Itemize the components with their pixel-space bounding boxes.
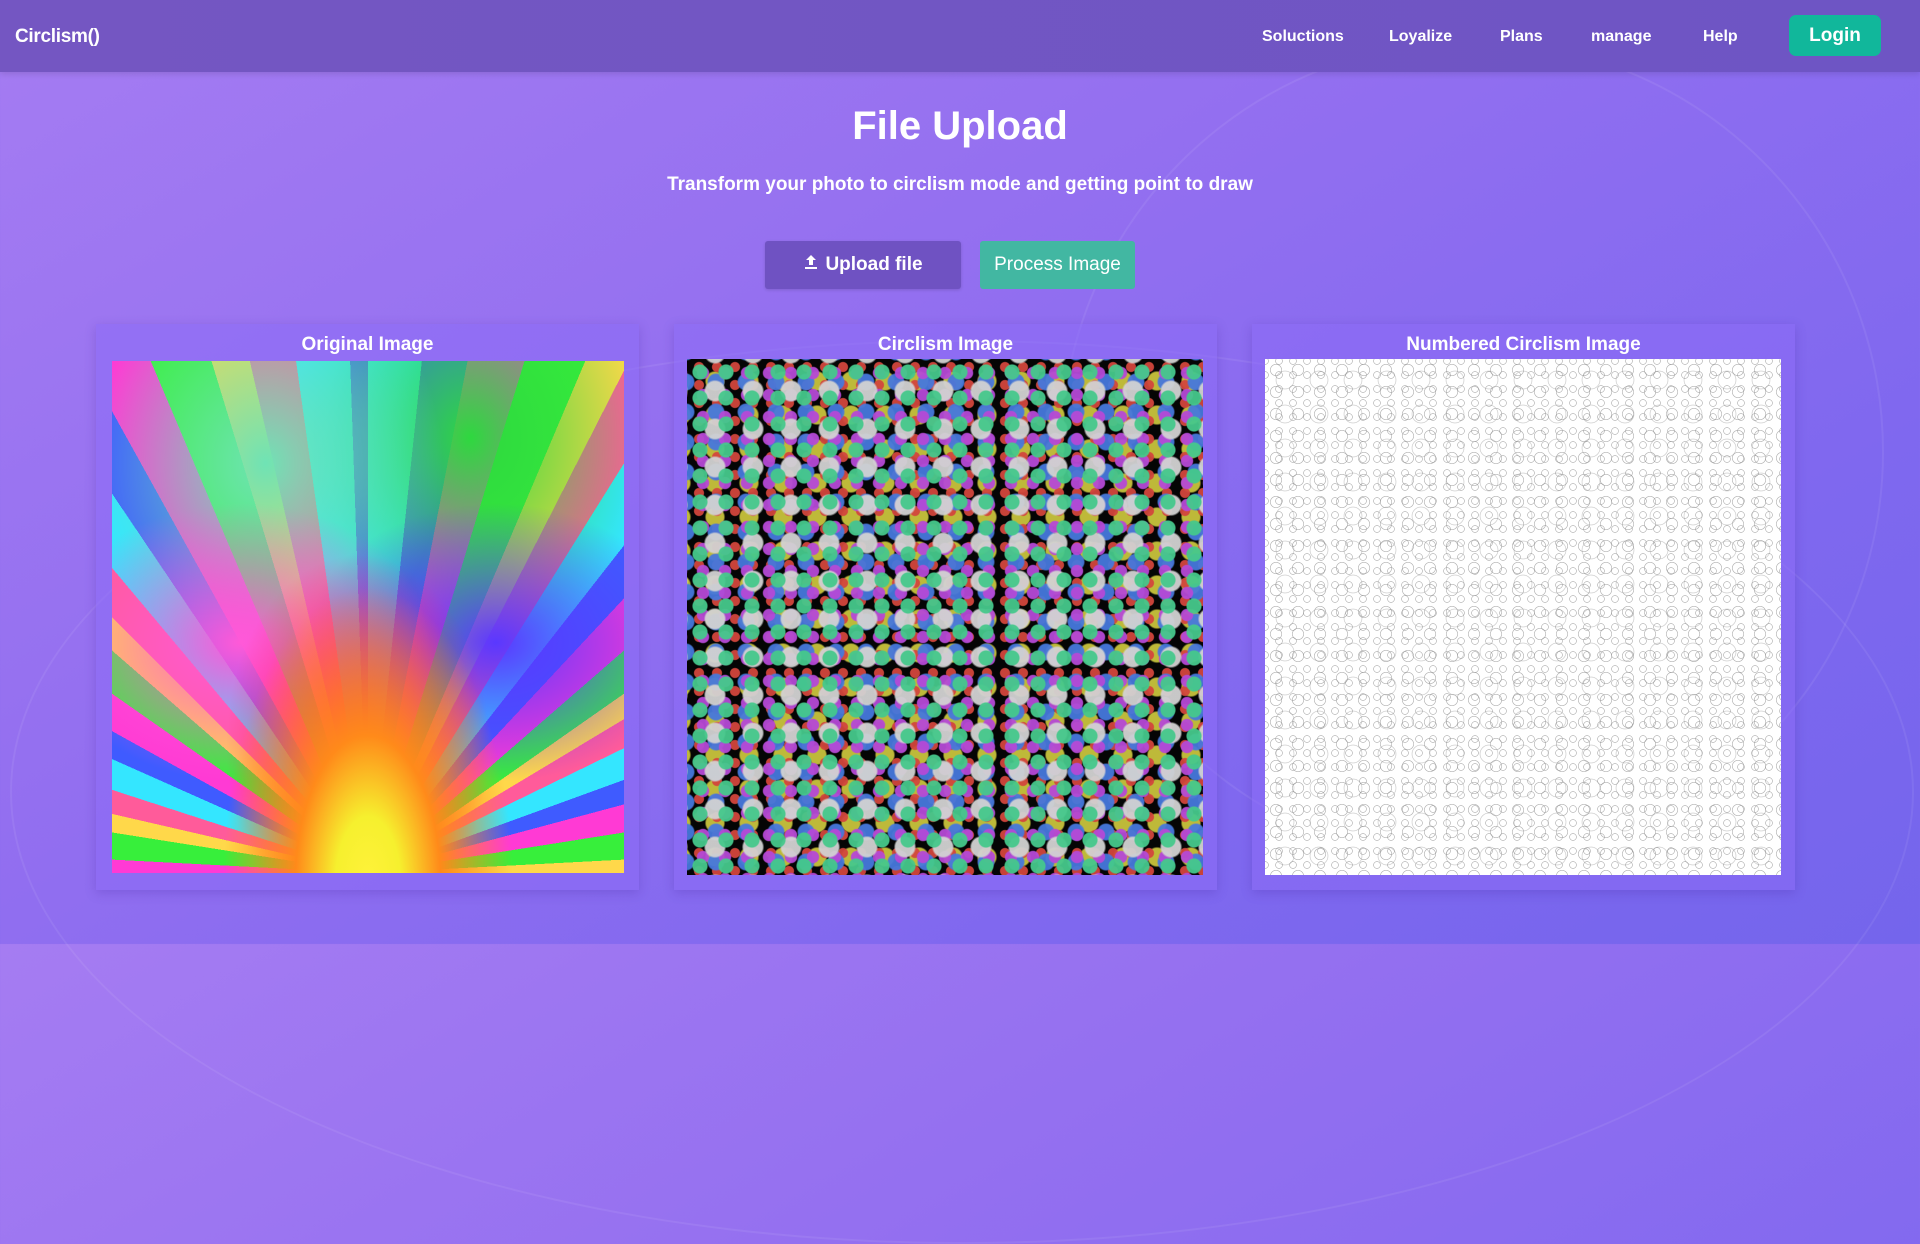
card-title: Original Image [301,334,434,355]
nav-link-manage[interactable]: manage [1591,28,1651,46]
process-image-button[interactable]: Process Image [980,241,1135,289]
nav-link-plans[interactable]: Plans [1500,28,1543,46]
numbered-circlism-image [1265,359,1781,875]
circlism-image-card: Circlism Image [674,324,1217,890]
nav-link-help[interactable]: Help [1703,28,1738,46]
upload-icon [803,254,819,276]
login-button[interactable]: Login [1789,15,1881,56]
upload-file-button[interactable]: Upload file [765,241,961,289]
card-title: Numbered Circlism Image [1406,334,1641,355]
nav-link-loyalize[interactable]: Loyalize [1389,28,1452,46]
nav-links: Soluctions Loyalize Plans manage Help [0,28,1920,50]
page-title: File Upload [852,104,1068,148]
navbar: Circlism() Soluctions Loyalize Plans man… [0,0,1920,72]
original-image-card: Original Image [96,324,639,890]
upload-file-label: Upload file [825,254,923,275]
card-title: Circlism Image [877,334,1014,355]
original-image [112,361,624,873]
nav-link-solutions[interactable]: Soluctions [1262,28,1344,46]
circlism-image [687,359,1203,875]
page-subtitle: Transform your photo to circlism mode an… [667,174,1253,195]
numbered-circlism-image-card: Numbered Circlism Image [1252,324,1795,890]
